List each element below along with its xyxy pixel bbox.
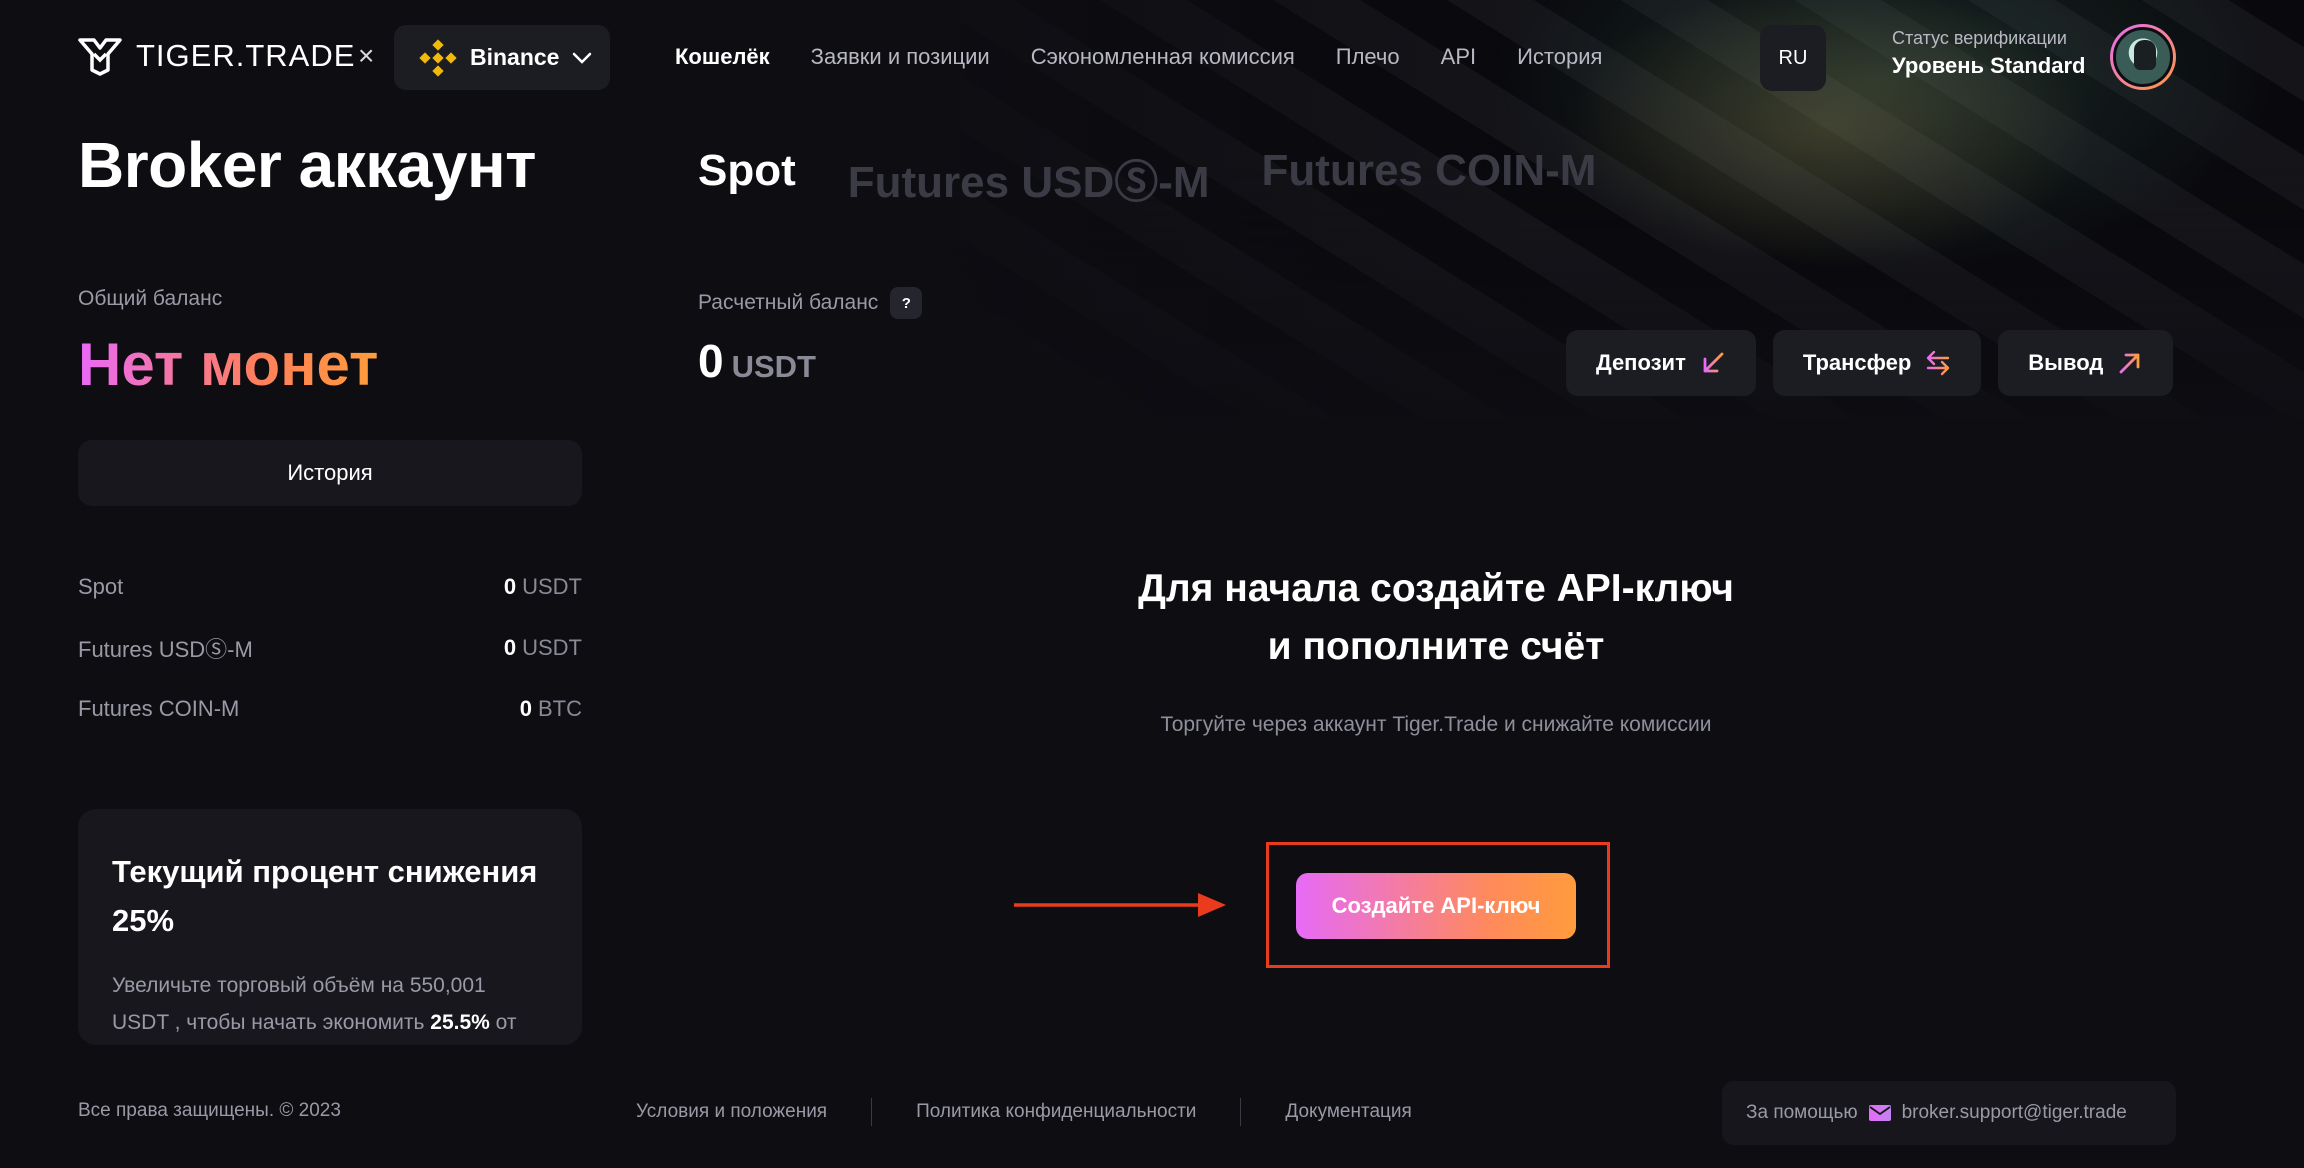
withdraw-button[interactable]: Вывод	[1998, 330, 2174, 396]
empty-state-title: Для начала создайте API-ключ и пополните…	[1138, 567, 1734, 668]
binance-logo-icon	[419, 38, 457, 77]
top-header: TIGER.TRADE × Binance Кошелёк Заявки и п…	[0, 0, 2304, 114]
nav-item-leverage[interactable]: Плечо	[1336, 44, 1400, 70]
balance-row-futures-usd: Futures USDⓈ-M 0 USDT	[78, 617, 582, 678]
tiger-logo-icon	[78, 38, 122, 76]
tab-spot[interactable]: Spot	[698, 146, 796, 210]
help-icon[interactable]: ?	[890, 287, 923, 319]
nav-item-api[interactable]: API	[1441, 44, 1476, 70]
tiger-trade-logo[interactable]: TIGER.TRADE	[78, 36, 355, 76]
balance-name: Futures COIN-M	[78, 695, 240, 721]
empty-state-subtitle: Торгуйте через аккаунт Tiger.Trade и сни…	[1160, 713, 1712, 736]
history-button[interactable]: История	[78, 440, 582, 506]
verification-label: Статус верификации	[1892, 28, 2067, 48]
create-api-key-button[interactable]: Создайте API-ключ	[1296, 873, 1576, 939]
main-nav: Кошелёк Заявки и позиции Сэкономленная к…	[675, 44, 1643, 70]
footer-copyright: Все права защищены. © 2023	[78, 1100, 341, 1121]
user-avatar[interactable]	[2110, 24, 2176, 90]
logo-text: TIGER.TRADE	[136, 38, 356, 73]
arrow-down-left-icon	[1703, 352, 1724, 373]
balance-name: Spot	[78, 573, 124, 599]
empty-state: Для начала создайте API-ключ и пополните…	[1136, 560, 1736, 743]
support-label: За помощью	[1746, 1102, 1858, 1123]
tab-futures-usd-m[interactable]: Futures USDⓈ-M	[848, 146, 1210, 210]
settlement-balance-value: 0 USDT	[698, 335, 816, 387]
market-tabs: Spot Futures USDⓈ-M Futures COIN-M	[698, 146, 1596, 210]
avatar-image	[2113, 27, 2173, 87]
support-email[interactable]: broker.support@tiger.trade	[1902, 1102, 2127, 1124]
balance-name: Futures USDⓈ-M	[78, 636, 253, 662]
footer-link-privacy[interactable]: Политика конфиденциальности	[916, 1101, 1196, 1123]
chevron-down-icon	[573, 52, 592, 64]
settlement-balance-label: Расчетный баланс ?	[698, 287, 923, 319]
balance-value: 0 USDT	[503, 634, 582, 660]
mail-icon	[1868, 1105, 1891, 1121]
discount-promo-card: Текущий процент снижения 25% Увеличьте т…	[78, 809, 582, 1045]
nav-item-saved-commission[interactable]: Сэкономленная комиссия	[1031, 44, 1295, 70]
tab-futures-coin-m[interactable]: Futures COIN-M	[1262, 146, 1597, 210]
support-contact[interactable]: За помощью broker.support@tiger.trade	[1722, 1081, 2176, 1145]
footer-links: Условия и положения Политика конфиденциа…	[636, 1098, 1412, 1126]
nav-item-wallet[interactable]: Кошелёк	[675, 44, 770, 70]
total-balance-value: Нет монет	[78, 331, 379, 398]
balance-value: 0 BTC	[519, 695, 582, 721]
swap-arrows-icon	[1927, 350, 1950, 376]
partner-separator: ×	[358, 40, 375, 71]
transfer-button[interactable]: Трансфер	[1772, 330, 1982, 396]
balance-row-futures-coin: Futures COIN-M 0 BTC	[78, 678, 582, 739]
exchange-selector[interactable]: Binance	[394, 25, 610, 90]
deposit-button[interactable]: Депозит	[1566, 330, 1756, 396]
arrow-up-right-icon	[2119, 353, 2140, 374]
balance-value: 0 USDT	[503, 573, 582, 599]
balance-list: Spot 0 USDT Futures USDⓈ-M 0 USDT Futures …	[78, 556, 582, 739]
wallet-actions: Депозит Трансфер Вывод	[1566, 330, 2174, 396]
total-balance-label: Общий баланс	[78, 287, 223, 310]
footer-link-terms[interactable]: Условия и положения	[636, 1101, 827, 1123]
verification-level: Уровень Standard	[1892, 53, 2086, 78]
balance-row-spot: Spot 0 USDT	[78, 556, 582, 617]
footer-divider	[871, 1098, 873, 1126]
page-title: Broker аккаунт	[78, 129, 536, 201]
nav-item-orders-positions[interactable]: Заявки и позиции	[811, 44, 990, 70]
promo-text: Увеличьте торговый объём на 550,001 USDT…	[112, 974, 517, 1034]
nav-item-history[interactable]: История	[1517, 44, 1602, 70]
exchange-name: Binance	[470, 44, 560, 70]
promo-title: Текущий процент снижения 25%	[112, 854, 538, 938]
footer-link-docs[interactable]: Документация	[1285, 1101, 1411, 1123]
annotation-arrow-icon	[1014, 893, 1226, 917]
footer-divider	[1240, 1098, 1242, 1126]
language-selector[interactable]: RU	[1760, 25, 1826, 91]
verification-status[interactable]: Статус верификации Уровень Standard	[1892, 28, 2085, 79]
